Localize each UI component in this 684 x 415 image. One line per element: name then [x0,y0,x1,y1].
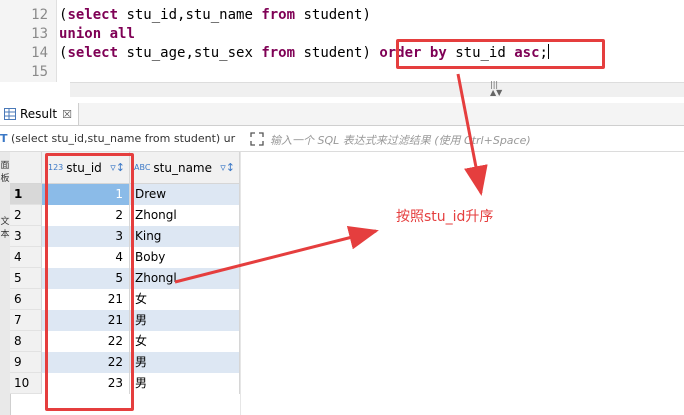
annotation-box-stu-id-column [45,153,134,411]
cell-stu-name[interactable]: 女 [130,289,240,310]
row-number[interactable]: 10 [10,373,42,394]
cell-stu-name[interactable]: Zhongl [130,205,240,226]
row-number[interactable]: 7 [10,310,42,331]
cell-stu-name[interactable]: Boby [130,247,240,268]
filter-input[interactable]: 输入一个 SQL 表达式来过滤结果 (使用 Ctrl+Space) [270,132,531,148]
text-type-icon: ABC [134,163,151,172]
empty-grid-area [240,152,684,415]
column-header-stu-name[interactable]: ABC stu_name ▿↕ [130,152,240,184]
row-number[interactable]: 2 [10,205,42,226]
row-number[interactable]: 3 [10,226,42,247]
sql-text: stu_id,stu_name [118,7,262,23]
cell-stu-name[interactable]: 男 [130,373,240,394]
row-number-header [10,152,42,184]
sql-keyword: select [67,7,119,23]
horizontal-scrollbar[interactable]: ||| ▲▼ [70,81,684,97]
filter-bar: T (select stu_id,stu_name from student) … [0,127,684,152]
line-number: 12 [31,7,48,23]
close-icon[interactable]: ☒ [62,108,72,121]
cell-stu-name[interactable]: King [130,226,240,247]
row-number[interactable]: 1 [10,184,42,205]
annotation-box-order-by [396,39,605,69]
sql-keyword: from [261,45,296,61]
sql-text: student) [295,45,380,61]
cell-stu-name[interactable]: Zhongl [130,268,240,289]
sql-text: student) [295,7,371,23]
line-number: 13 [31,26,48,42]
result-tab-bar: Result ☒ [0,103,684,126]
row-number[interactable]: 4 [10,247,42,268]
side-strip-label: 文本 [0,217,10,240]
sql-keyword: union [59,26,102,42]
tab-result-label: Result [20,107,58,121]
sql-keyword: from [261,7,296,23]
row-number[interactable]: 9 [10,352,42,373]
sql-keyword: select [67,45,119,61]
sql-keyword: all [109,26,135,42]
filter-sort-icon[interactable]: ▿↕ [220,161,235,174]
line-number: 15 [31,64,48,80]
column-header-label: stu_name [153,160,212,175]
cell-stu-name[interactable]: 男 [130,352,240,373]
code-text[interactable]: (select stu_id,stu_name from student) [59,6,371,25]
code-text[interactable]: union all [59,25,135,44]
tab-result[interactable]: Result ☒ [0,103,79,125]
filter-icon: T [0,132,8,145]
annotation-text: 按照stu_id升序 [396,209,494,225]
cell-stu-name[interactable]: 女 [130,331,240,352]
cell-stu-name[interactable]: Drew [130,184,240,205]
row-number[interactable]: 6 [10,289,42,310]
expand-icon[interactable] [250,132,264,146]
filter-query-text[interactable]: T (select stu_id,stu_name from student) … [0,132,235,145]
row-number[interactable]: 5 [10,268,42,289]
row-number[interactable]: 8 [10,331,42,352]
grid-icon [4,108,16,120]
line-number: 14 [31,45,48,61]
side-strip-label: 面板 [0,161,10,184]
splitter-handle[interactable]: ||| ▲▼ [490,81,502,97]
cell-stu-name[interactable]: 男 [130,310,240,331]
code-line[interactable]: 12 (select stu_id,stu_name from student) [0,6,684,25]
sql-text: stu_age,stu_sex [118,45,262,61]
